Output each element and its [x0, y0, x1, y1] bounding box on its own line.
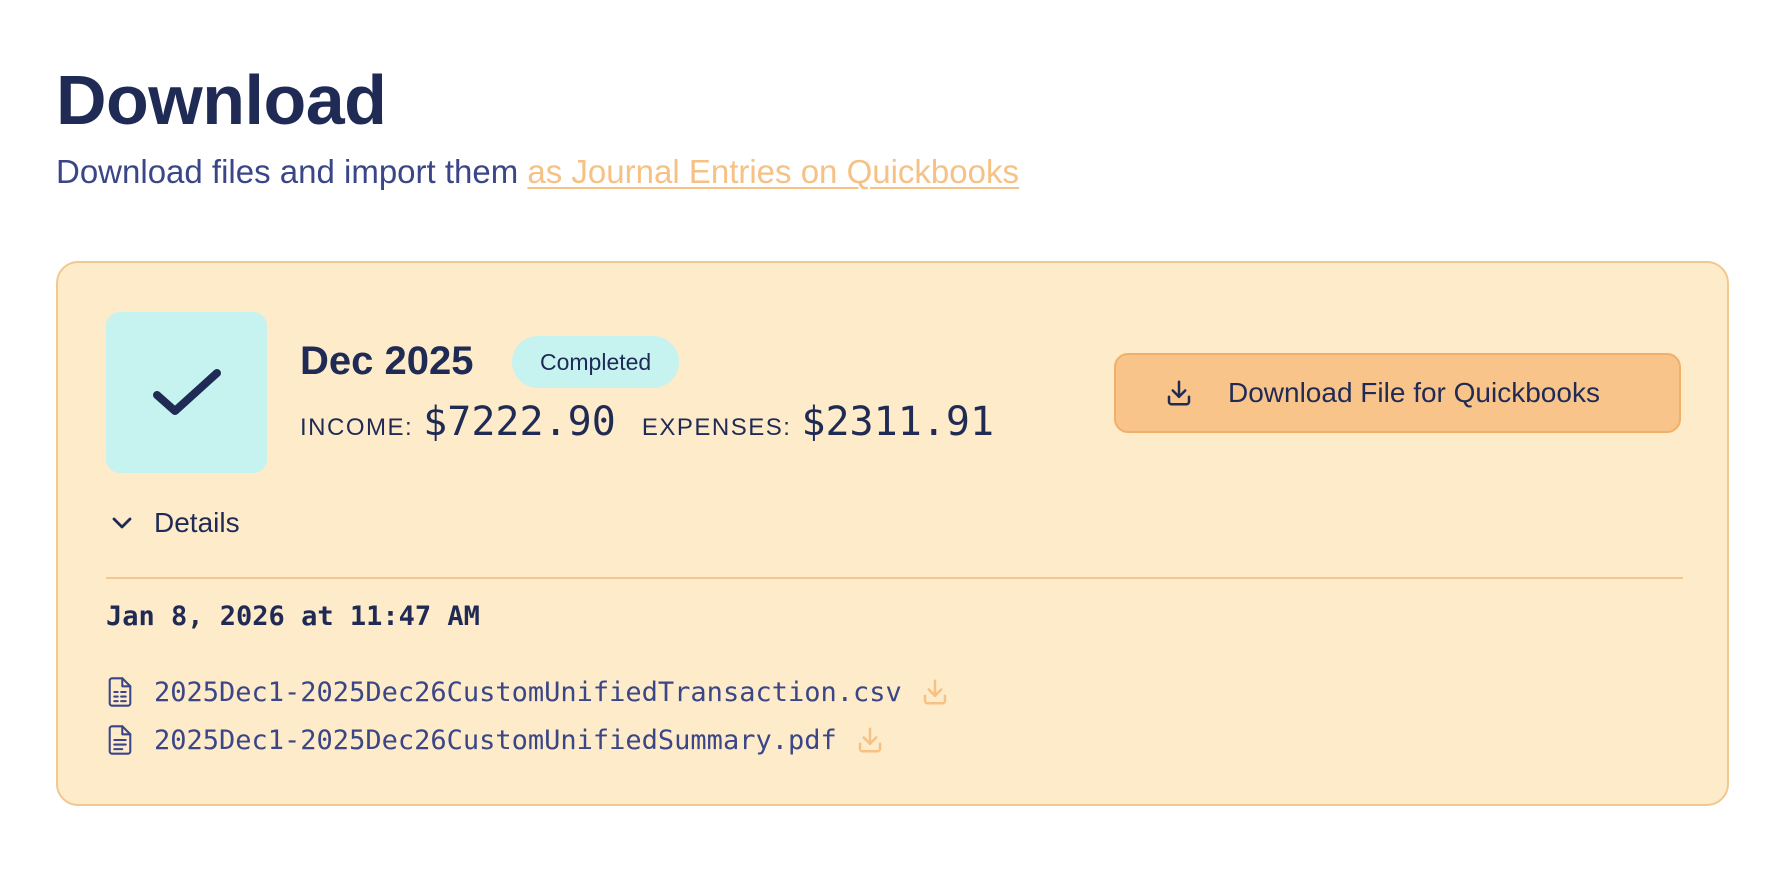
details-label: Details [154, 507, 240, 538]
quickbooks-journal-link[interactable]: as Journal Entries on Quickbooks [527, 153, 1019, 190]
file-name[interactable]: 2025Dec1-2025Dec26CustomUnifiedTransacti… [154, 677, 902, 708]
file-list: 2025Dec1-2025Dec26CustomUnifiedTransacti… [106, 668, 950, 764]
completed-timestamp: Jan 8, 2026 at 11:47 AM [106, 601, 480, 632]
amounts-row: INCOME: $7222.90 EXPENSES: $2311.91 [300, 399, 994, 445]
download-icon [1164, 378, 1194, 408]
page-title: Download [56, 61, 387, 139]
page-subtitle: Download files and import them as Journa… [56, 152, 1019, 192]
period-title: Dec 2025 [300, 339, 474, 383]
download-page: Download Download files and import them … [0, 0, 1778, 872]
file-download-icon[interactable] [855, 725, 885, 755]
check-icon [152, 368, 221, 415]
expenses-value: $2311.91 [801, 399, 995, 445]
income-value: $7222.90 [423, 399, 616, 445]
file-row-csv: 2025Dec1-2025Dec26CustomUnifiedTransacti… [106, 668, 950, 716]
file-name[interactable]: 2025Dec1-2025Dec26CustomUnifiedSummary.p… [154, 725, 837, 756]
income-label: INCOME: [300, 414, 414, 441]
download-quickbooks-button[interactable]: Download File for Quickbooks [1114, 353, 1681, 433]
details-divider [106, 577, 1683, 579]
expenses-label: EXPENSES: [641, 414, 792, 441]
document-file-icon [106, 724, 136, 756]
download-button-label: Download File for Quickbooks [1228, 377, 1600, 408]
details-toggle[interactable]: Details [110, 507, 240, 539]
period-card: Dec 2025 Completed INCOME: $7222.90 EXPE… [56, 261, 1729, 806]
status-badge: Completed [512, 336, 680, 388]
file-download-icon[interactable] [920, 677, 950, 707]
status-tile [106, 312, 267, 473]
file-row-pdf: 2025Dec1-2025Dec26CustomUnifiedSummary.p… [106, 716, 950, 764]
chevron-down-icon [110, 515, 134, 531]
spreadsheet-file-icon [106, 676, 136, 708]
subtitle-text: Download files and import them [56, 153, 528, 190]
